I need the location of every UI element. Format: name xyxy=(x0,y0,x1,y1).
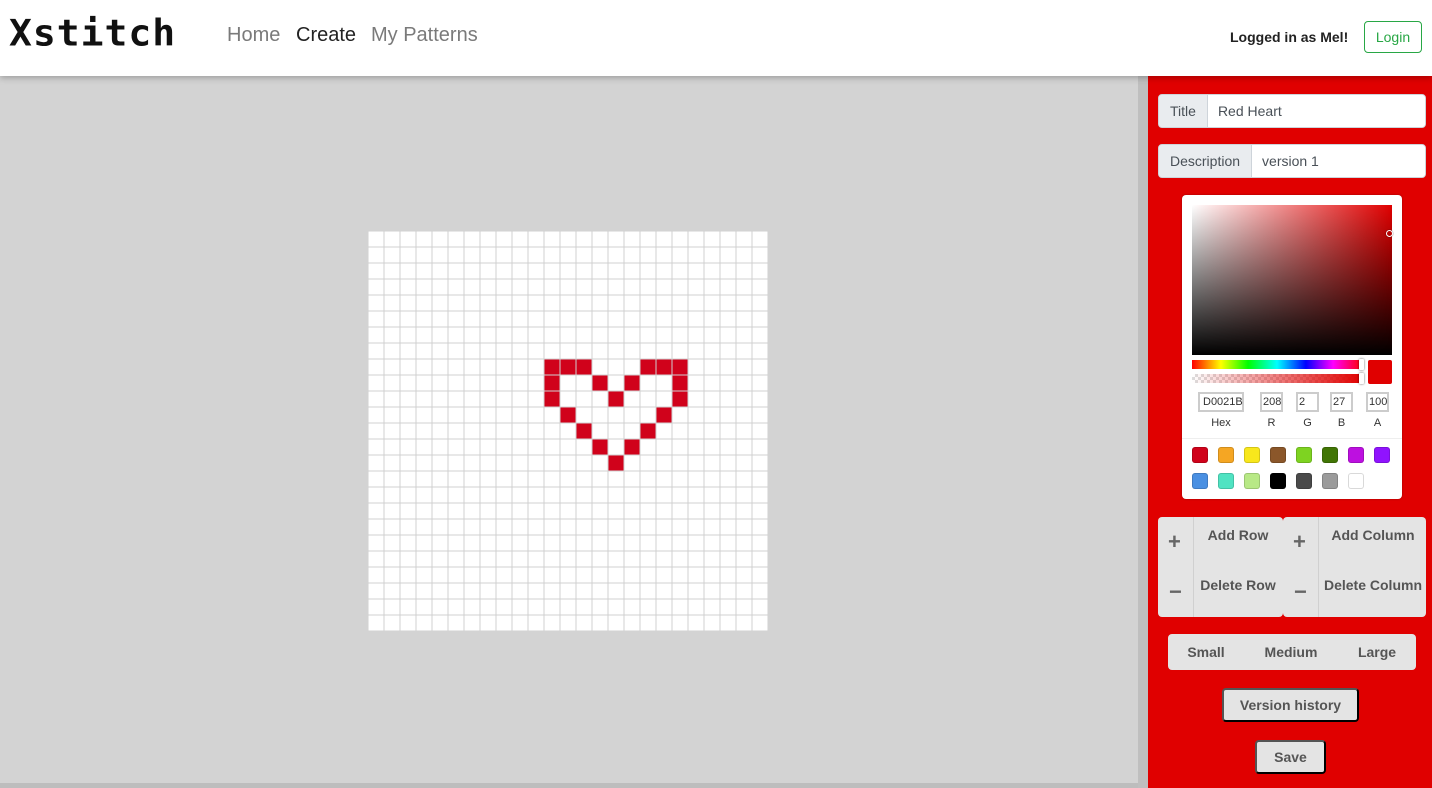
description-input[interactable] xyxy=(1252,145,1425,177)
stitch-cell[interactable] xyxy=(592,439,608,455)
size-medium-button[interactable]: Medium xyxy=(1244,634,1338,670)
row-controls-divider xyxy=(1193,517,1194,617)
g-input[interactable]: 2 xyxy=(1296,392,1319,412)
stitch-cell[interactable] xyxy=(672,375,688,391)
stitch-cell[interactable] xyxy=(656,407,672,423)
size-large-button[interactable]: Large xyxy=(1338,634,1416,670)
title-label: Title xyxy=(1159,95,1208,127)
a-input[interactable]: 100 xyxy=(1366,392,1389,412)
a-label: A xyxy=(1373,417,1382,429)
size-controls: Small Medium Large xyxy=(1168,634,1416,670)
navbar: Xstitch Home Create My Patterns Logged i… xyxy=(0,0,1432,76)
alpha-slider-knob[interactable] xyxy=(1359,373,1364,384)
saturation-area[interactable] xyxy=(1192,205,1393,355)
stitch-cell[interactable] xyxy=(608,455,624,471)
stitch-cell[interactable] xyxy=(672,359,688,375)
color-picker: D0021B 208 2 27 100 Hex R G B A xyxy=(1182,195,1402,499)
delete-column-minus-icon[interactable]: − xyxy=(1294,579,1307,605)
preset-swatch[interactable] xyxy=(1322,473,1338,489)
preset-swatch[interactable] xyxy=(1322,447,1338,463)
logo[interactable]: Xstitch xyxy=(9,12,176,54)
size-small-button[interactable]: Small xyxy=(1168,634,1244,670)
add-row-button[interactable]: Add Row xyxy=(1198,528,1278,542)
preset-swatch[interactable] xyxy=(1348,447,1364,463)
b-label: B xyxy=(1337,417,1346,429)
side-panel: Title Description D0021B 208 2 27 100 He… xyxy=(1148,76,1432,788)
stitch-cell[interactable] xyxy=(576,359,592,375)
vertical-scrollbar[interactable] xyxy=(1138,76,1148,788)
title-input[interactable] xyxy=(1207,95,1425,127)
alpha-slider[interactable] xyxy=(1192,373,1364,384)
stitch-cell[interactable] xyxy=(608,391,624,407)
preset-swatch[interactable] xyxy=(1192,473,1208,489)
column-controls-divider xyxy=(1318,517,1319,617)
stitch-cell[interactable] xyxy=(624,439,640,455)
stitch-cell[interactable] xyxy=(560,407,576,423)
hue-slider-knob[interactable] xyxy=(1359,359,1364,370)
stitch-cell[interactable] xyxy=(544,375,560,391)
stitch-grid-svg[interactable] xyxy=(368,231,768,631)
preset-swatch[interactable] xyxy=(1296,447,1312,463)
logged-in-status: Logged in as Mel! xyxy=(1230,29,1349,45)
save-button[interactable]: Save xyxy=(1255,740,1326,774)
stitch-cell[interactable] xyxy=(560,359,576,375)
stitch-cell[interactable] xyxy=(624,375,640,391)
nav-link-my-patterns[interactable]: My Patterns xyxy=(371,24,478,47)
preset-swatch[interactable] xyxy=(1244,473,1260,489)
picker-divider xyxy=(1182,438,1402,439)
b-input[interactable]: 27 xyxy=(1330,392,1353,412)
row-controls: + Add Row − Delete Row xyxy=(1158,517,1283,617)
stitch-cell[interactable] xyxy=(656,359,672,375)
preset-swatch[interactable] xyxy=(1270,447,1286,463)
title-field: Title xyxy=(1158,94,1426,128)
description-label: Description xyxy=(1159,145,1253,177)
delete-column-button[interactable]: Delete Column xyxy=(1323,578,1423,592)
stitch-cell[interactable] xyxy=(592,375,608,391)
saturation-cursor[interactable] xyxy=(1386,230,1393,237)
g-label: G xyxy=(1303,417,1312,429)
r-input[interactable]: 208 xyxy=(1260,392,1283,412)
hex-label: Hex xyxy=(1211,417,1231,429)
stitch-grid[interactable] xyxy=(368,231,768,631)
r-label: R xyxy=(1267,417,1276,429)
preset-swatch[interactable] xyxy=(1374,447,1390,463)
stitch-cell[interactable] xyxy=(672,391,688,407)
preset-swatch[interactable] xyxy=(1218,447,1234,463)
description-field: Description xyxy=(1158,144,1426,178)
stitch-cell[interactable] xyxy=(544,359,560,375)
add-row-plus-icon[interactable]: + xyxy=(1168,529,1181,555)
preset-swatch[interactable] xyxy=(1348,473,1364,489)
delete-row-minus-icon[interactable]: − xyxy=(1169,579,1182,605)
color-inputs: D0021B 208 2 27 100 Hex R G B A xyxy=(1192,392,1392,429)
hex-input[interactable]: D0021B xyxy=(1198,392,1244,412)
add-column-plus-icon[interactable]: + xyxy=(1293,529,1306,555)
preset-swatch[interactable] xyxy=(1244,447,1260,463)
nav-link-home[interactable]: Home xyxy=(227,24,280,47)
horizontal-scrollbar[interactable] xyxy=(0,783,1138,788)
stitch-cell[interactable] xyxy=(640,423,656,439)
version-history-button[interactable]: Version history xyxy=(1222,688,1359,722)
stitch-cell[interactable] xyxy=(640,359,656,375)
add-column-button[interactable]: Add Column xyxy=(1323,528,1423,542)
hue-slider[interactable] xyxy=(1192,359,1364,370)
nav-link-create[interactable]: Create xyxy=(296,24,356,47)
login-button[interactable]: Login xyxy=(1364,21,1422,53)
column-controls: + Add Column − Delete Column xyxy=(1283,517,1426,617)
preset-swatch[interactable] xyxy=(1192,447,1208,463)
delete-row-button[interactable]: Delete Row xyxy=(1198,578,1278,592)
preset-swatch[interactable] xyxy=(1296,473,1312,489)
stitch-cell[interactable] xyxy=(576,423,592,439)
preset-swatch[interactable] xyxy=(1270,473,1286,489)
stitch-cell[interactable] xyxy=(544,391,560,407)
preset-swatch[interactable] xyxy=(1218,473,1234,489)
current-color-swatch xyxy=(1368,360,1392,384)
